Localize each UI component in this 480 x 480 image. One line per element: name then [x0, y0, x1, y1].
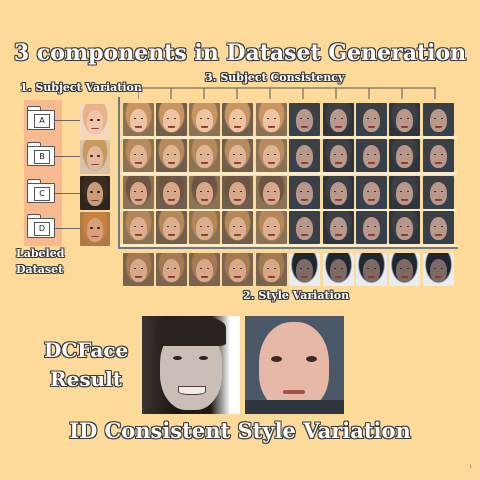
labeled-dataset-label: Labeled Dataset: [16, 247, 65, 276]
style-reference-face: [423, 253, 454, 286]
generated-face: [323, 103, 354, 136]
generated-face: [323, 139, 354, 172]
dcface-result-label: DCFace Result: [44, 338, 129, 391]
style-reference-face: [123, 253, 154, 286]
style-variation-label: 2. Style Variation: [243, 289, 350, 302]
style-reference-face: [256, 253, 287, 286]
generated-face: [356, 176, 387, 209]
folder-b-icon: B: [27, 142, 55, 166]
style-reference-face: [222, 253, 253, 286]
subject-consistency-bracket: [138, 87, 436, 99]
generated-face: [256, 176, 287, 209]
folder-d-label: D: [34, 222, 50, 236]
generated-face: [389, 103, 420, 136]
generated-face: [423, 139, 454, 172]
folder-d-icon: D: [27, 214, 55, 238]
folder-c-label: C: [34, 187, 50, 201]
generated-face: [423, 176, 454, 209]
generated-face: [256, 103, 287, 136]
row-divider: [120, 172, 458, 175]
page-number: 1: [469, 464, 472, 469]
folder-a-icon: A: [27, 106, 55, 130]
generated-face: [323, 176, 354, 209]
identity-face: [80, 140, 110, 174]
style-reference-face: [323, 253, 354, 286]
generated-face: [289, 176, 320, 209]
y-axis-line: [118, 97, 120, 248]
folder-b-label: B: [34, 150, 50, 164]
generated-face: [123, 103, 154, 136]
generated-face: [189, 103, 220, 136]
generated-face: [423, 211, 454, 244]
generated-face: [189, 139, 220, 172]
generated-face: [289, 211, 320, 244]
result-subtitle: ID Consistent Style Variation: [69, 418, 411, 443]
generated-face: [423, 103, 454, 136]
generated-face: [156, 211, 187, 244]
generated-face: [189, 211, 220, 244]
generated-face: [323, 211, 354, 244]
generated-face: [156, 139, 187, 172]
folder-c-icon: C: [27, 179, 55, 203]
generated-face: [256, 139, 287, 172]
result-face-man: [245, 316, 344, 414]
identity-face: [80, 176, 110, 210]
subject-variation-label: 1. Subject Variation: [20, 81, 142, 94]
subject-consistency-label: 3. Subject Consistency: [205, 71, 345, 84]
generated-face: [222, 176, 253, 209]
style-reference-face: [189, 253, 220, 286]
generated-face: [289, 103, 320, 136]
slide-title: 3 components in Dataset Generation: [13, 40, 467, 66]
folder-a-label: A: [34, 114, 50, 128]
generated-face: [289, 139, 320, 172]
generated-face: [222, 139, 253, 172]
generated-face: [156, 103, 187, 136]
generated-face: [189, 176, 220, 209]
identity-face: [80, 104, 110, 138]
style-reference-face: [356, 253, 387, 286]
x-axis-line: [118, 247, 458, 249]
generated-face: [123, 176, 154, 209]
style-reference-face: [389, 253, 420, 286]
style-reference-face: [289, 253, 320, 286]
result-face-woman: [142, 316, 240, 414]
generated-face: [389, 139, 420, 172]
connector-a: [55, 120, 80, 121]
style-reference-face: [156, 253, 187, 286]
generated-face: [123, 211, 154, 244]
connector-b: [55, 156, 80, 157]
generated-face: [222, 211, 253, 244]
generated-face: [123, 139, 154, 172]
identity-face: [80, 212, 110, 246]
generated-face: [356, 139, 387, 172]
generated-face: [356, 211, 387, 244]
generated-face: [356, 103, 387, 136]
generated-face: [256, 211, 287, 244]
connector-d: [55, 228, 80, 229]
generated-face: [389, 176, 420, 209]
generated-face: [389, 211, 420, 244]
generated-face: [156, 176, 187, 209]
connector-c: [55, 193, 80, 194]
generated-face: [222, 103, 253, 136]
